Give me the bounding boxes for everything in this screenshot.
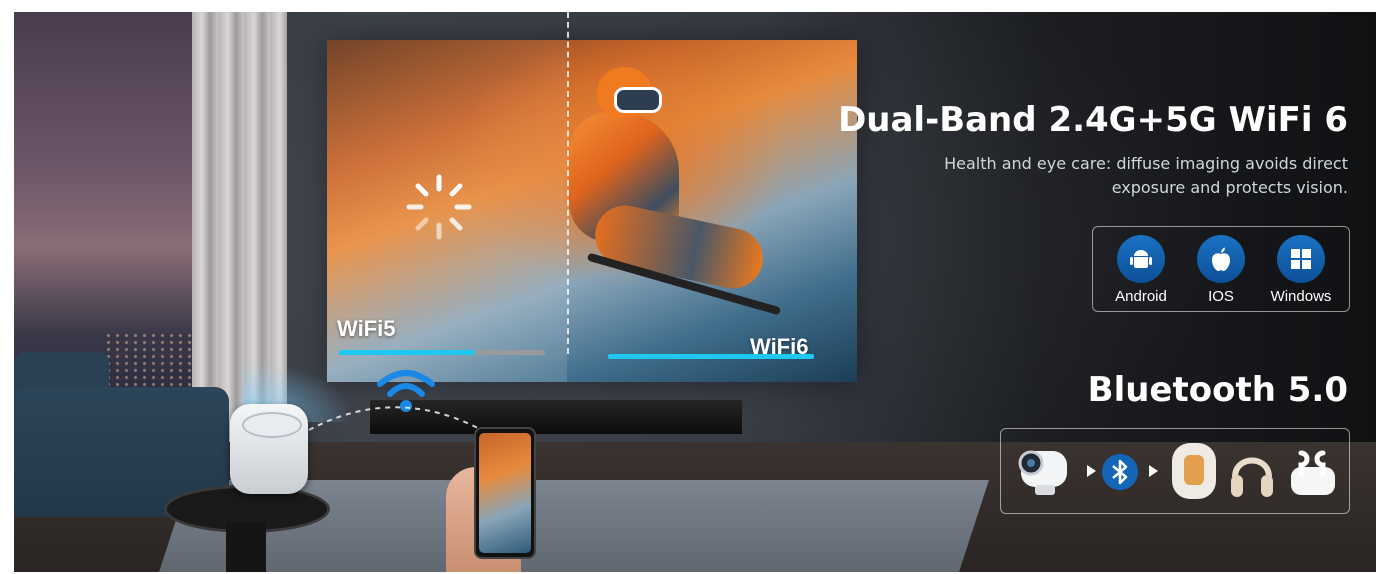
headline: Dual-Band 2.4G+5G WiFi 6	[838, 100, 1348, 140]
arrow-right-icon	[1149, 465, 1158, 477]
os-label: IOS	[1208, 288, 1234, 305]
projector-icon	[1018, 450, 1067, 495]
windows-icon	[1277, 235, 1325, 283]
comparison-divider	[567, 12, 569, 354]
loading-spinner-icon	[406, 174, 472, 240]
earbuds-icon	[1291, 450, 1335, 495]
headphones-icon	[1231, 457, 1273, 497]
os-compatibility-box: Android IOS Windows	[1092, 226, 1350, 312]
side-table-leg	[226, 522, 266, 572]
bluetooth-icon	[1102, 454, 1138, 490]
wifi5-label: WiFi5	[337, 316, 396, 341]
smartphone	[474, 427, 536, 559]
projector-lens	[242, 412, 302, 438]
product-banner: WiFi5 WiFi6 Dual-Band 2.4G+5G WiFi 6 Hea…	[14, 12, 1376, 572]
wifi6-progress-bar	[608, 354, 814, 359]
bluetooth-devices-box	[1000, 428, 1350, 514]
wifi5-progress-bar	[339, 350, 475, 355]
phone-screen	[479, 433, 531, 553]
arrow-right-icon	[1087, 465, 1096, 477]
os-item-android: Android	[1101, 235, 1181, 305]
subheadline: Health and eye care: diffuse imaging avo…	[944, 154, 1348, 197]
os-item-ios: IOS	[1181, 235, 1261, 305]
skier-goggles	[614, 87, 662, 113]
bluetooth-title: Bluetooth 5.0	[1087, 370, 1348, 410]
apple-icon	[1197, 235, 1245, 283]
os-label: Android	[1115, 288, 1167, 305]
os-label: Windows	[1270, 288, 1332, 305]
smart-speaker-icon	[1172, 443, 1216, 499]
android-icon	[1117, 235, 1165, 283]
os-item-windows: Windows	[1261, 235, 1341, 305]
